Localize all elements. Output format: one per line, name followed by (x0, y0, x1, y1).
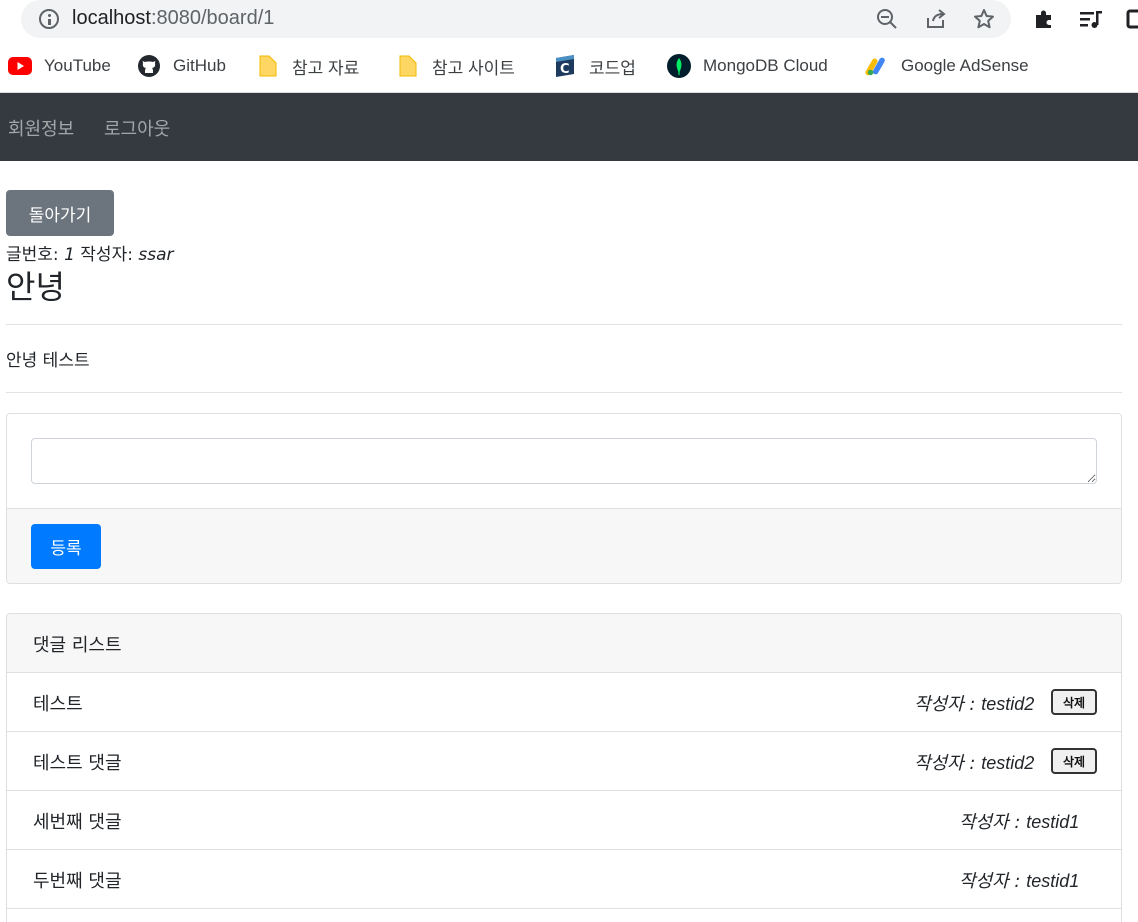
comment-item: 테스트 댓글 작성자 : testid2 삭제 (7, 732, 1121, 791)
reply-form-card: 등록 (6, 413, 1122, 584)
bookmark-star-icon[interactable] (970, 5, 998, 33)
bookmark-label: YouTube (44, 56, 111, 75)
reply-form-body (7, 414, 1121, 508)
comment-author-prefix: 작성자 : (914, 694, 982, 715)
url-text[interactable]: localhost:8080/board/1 (72, 7, 274, 30)
address-bar[interactable]: localhost:8080/board/1 (21, 0, 1011, 38)
bookmark-folder-reference-sites[interactable]: 참고 사이트 (396, 52, 515, 80)
comment-author: 작성자 : testid2 (914, 749, 1034, 775)
zoom-out-icon[interactable] (873, 5, 901, 33)
delete-comment-button[interactable]: 삭제 (1051, 689, 1097, 715)
delete-comment-button[interactable]: 삭제 (1051, 748, 1097, 774)
url-host: localhost (72, 7, 151, 29)
bookmark-label: MongoDB Cloud (703, 56, 828, 75)
youtube-icon (8, 54, 32, 78)
folder-icon (396, 54, 420, 78)
bookmark-google-adsense[interactable]: Google AdSense (865, 52, 1029, 80)
share-icon[interactable] (922, 5, 950, 33)
comment-item: 세번째 댓글 작성자 : testid1 (7, 791, 1121, 850)
nav-link-user-info[interactable]: 회원정보 (8, 115, 74, 141)
url-path: :8080/board/1 (150, 7, 275, 29)
divider (6, 392, 1122, 393)
bookmark-folder-reference-materials[interactable]: 참고 자료 (256, 52, 359, 80)
post-title: 안녕 (6, 268, 65, 306)
bookmark-github[interactable]: GitHub (137, 52, 226, 80)
comment-item: 테스트 작성자 : testid2 삭제 (7, 673, 1121, 732)
comment-author: 작성자 : testid2 (914, 690, 1034, 716)
bookmarks-bar: YouTube GitHub 참고 자료 참고 사이트 C 코드업 MongoD… (0, 48, 1138, 84)
extensions-icon[interactable] (1030, 5, 1058, 33)
comment-author: 작성자 : testid1 (959, 808, 1079, 834)
comment-author-id: testid2 (981, 753, 1035, 773)
reading-list-icon[interactable] (1077, 5, 1105, 33)
post-number: 1 (64, 245, 75, 265)
folder-icon (256, 54, 280, 78)
comment-content: 두번째 댓글 (33, 871, 122, 892)
bookmark-codeup[interactable]: C 코드업 (553, 52, 636, 80)
bookmark-label: GitHub (173, 56, 226, 75)
comment-content: 테스트 (33, 694, 83, 715)
svg-text:C: C (560, 62, 570, 77)
bookmark-label: 코드업 (589, 58, 636, 78)
comments-header-title: 댓글 리스트 (33, 635, 122, 656)
codeup-icon: C (553, 54, 577, 78)
side-panel-icon[interactable] (1122, 5, 1138, 33)
post-author-label: 작성자: (80, 245, 133, 265)
bookmark-label: 참고 자료 (292, 58, 360, 78)
browser-chrome: localhost:8080/board/1 YouTube GitHub 참고… (0, 0, 1138, 93)
bookmark-label: 참고 사이트 (432, 58, 515, 78)
submit-reply-button[interactable]: 등록 (31, 524, 101, 569)
nav-link-logout[interactable]: 로그아웃 (104, 115, 170, 141)
site-navbar: 회원정보 로그아웃 (0, 93, 1138, 161)
reply-form-footer: 등록 (7, 508, 1121, 583)
comment-author-prefix: 작성자 : (914, 753, 982, 774)
comments-header: 댓글 리스트 (7, 614, 1121, 673)
mongodb-icon (667, 54, 691, 78)
bookmark-youtube[interactable]: YouTube (8, 52, 111, 80)
comment-content: 세번째 댓글 (33, 812, 122, 833)
post-content: 안녕 테스트 (6, 351, 90, 371)
comment-content: 테스트 댓글 (33, 753, 122, 774)
reply-textarea[interactable] (31, 438, 1097, 484)
comment-author-prefix: 작성자 : (959, 812, 1027, 833)
comment-author-id: testid1 (1026, 812, 1080, 832)
comment-author: 작성자 : testid1 (959, 867, 1079, 893)
bookmark-label: Google AdSense (901, 56, 1029, 75)
site-info-icon[interactable] (39, 9, 59, 29)
github-icon (137, 54, 161, 78)
post-author: ssar (138, 245, 174, 265)
comment-author-id: testid2 (981, 694, 1035, 714)
back-button[interactable]: 돌아가기 (6, 190, 114, 236)
comment-author-prefix: 작성자 : (959, 871, 1027, 892)
comment-item: 두번째 댓글 작성자 : testid1 (7, 850, 1121, 909)
divider (6, 324, 1122, 325)
adsense-icon (865, 54, 889, 78)
bookmark-mongodb-cloud[interactable]: MongoDB Cloud (667, 52, 828, 80)
comments-card: 댓글 리스트 테스트 작성자 : testid2 삭제 테스트 댓글 작성자 :… (6, 613, 1122, 922)
comment-author-id: testid1 (1026, 871, 1080, 891)
